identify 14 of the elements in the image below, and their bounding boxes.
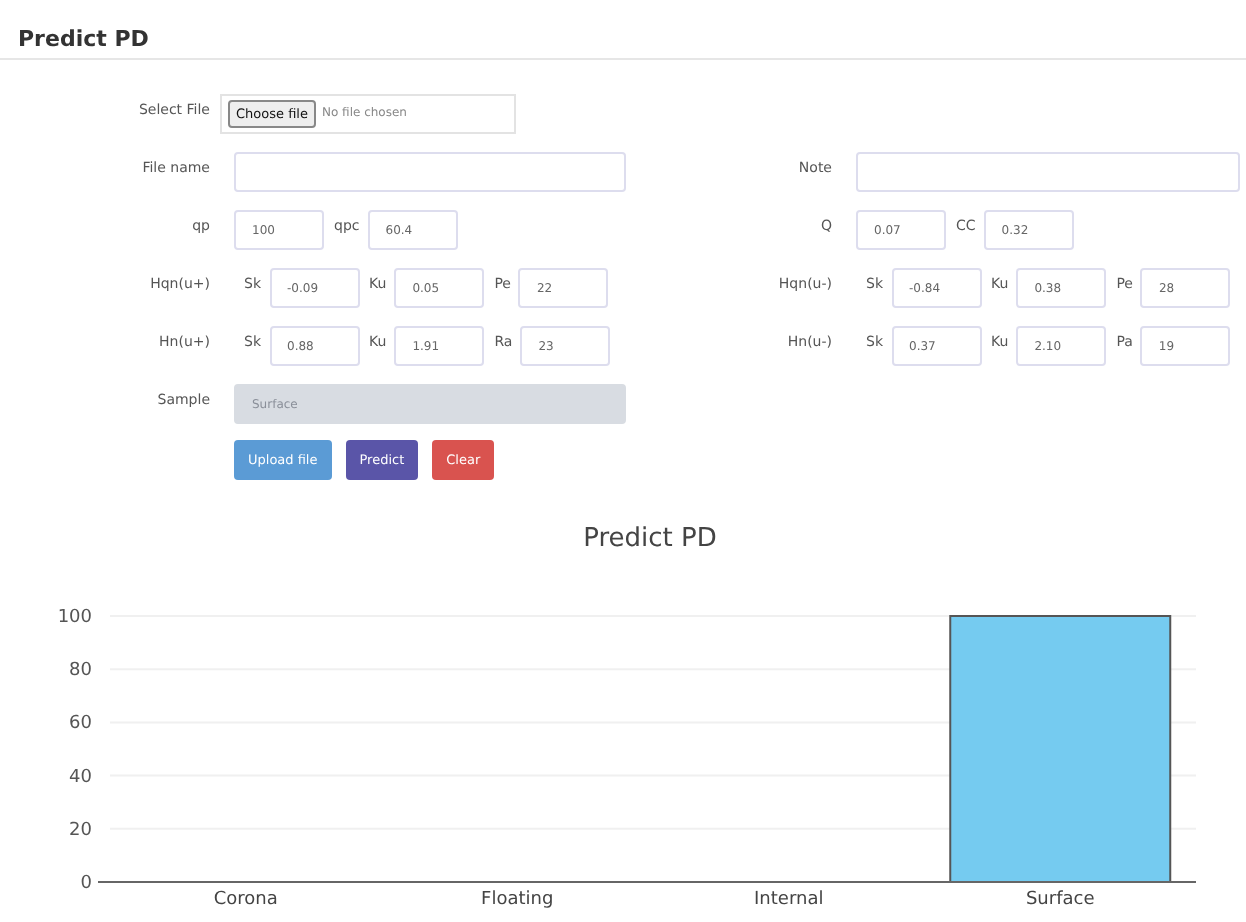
- axis-tick-label: 40: [69, 767, 92, 788]
- axis-category-label: Corona: [213, 890, 278, 910]
- axis-tick-label: 60: [69, 714, 92, 735]
- axis-tick-label: 100: [57, 608, 92, 628]
- input-field[interactable]: [234, 151, 626, 191]
- input-field[interactable]: [856, 151, 1240, 191]
- axis-tick-label: 80: [69, 661, 92, 682]
- axis-category-label: Surface: [1025, 890, 1095, 910]
- page-title: Predict PD: [18, 26, 149, 52]
- axis-tick-label: 20: [69, 820, 92, 841]
- chart-title: Predict PD: [583, 524, 717, 554]
- axis-category-label: Internal: [754, 890, 824, 910]
- axis-tick-label: 0: [80, 874, 92, 894]
- axis-category-label: Floating: [481, 890, 554, 910]
